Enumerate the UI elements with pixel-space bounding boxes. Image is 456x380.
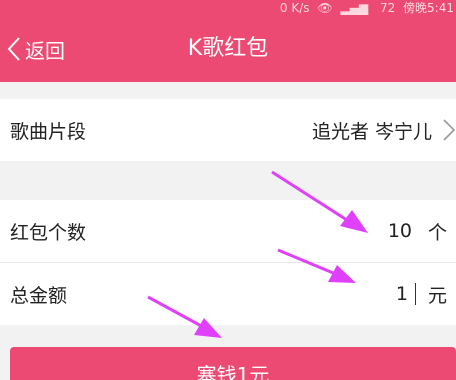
text-caret [415,283,416,305]
network-speed: 0 K/s [279,1,310,15]
nav-bar: 返回 K歌红包 [0,16,456,82]
battery-level: 72 [379,1,396,15]
signal-icon: ▂▄▆ [340,1,369,15]
back-button[interactable]: 返回 [6,16,65,82]
back-label: 返回 [25,38,65,63]
count-label: 红包个数 [10,221,87,244]
song-value: 追光者 岑宁儿 [311,120,432,143]
submit-button[interactable]: 塞钱1元 [10,347,456,380]
chevron-right-icon [443,119,456,141]
song-row[interactable]: 歌曲片段 追光者 岑宁儿 [0,99,456,161]
count-unit: 个 [428,221,448,244]
count-row: 红包个数 个 [0,200,456,262]
amount-row: 总金额 元 [0,263,456,325]
battery-icon: 72 [376,1,395,15]
page-title: K歌红包 [187,36,269,61]
count-input[interactable] [332,220,412,242]
amount-label: 总金额 [10,284,68,307]
amount-input[interactable] [328,283,408,305]
chevron-left-icon [7,37,20,61]
submit-label: 塞钱1元 [196,363,270,380]
status-time: 傍晚5:41 [403,1,454,15]
song-label: 歌曲片段 [10,120,87,143]
amount-unit: 元 [428,284,448,307]
status-bar: 0 K/s 👁 ▂▄▆ 72 傍晚5:41 [0,0,456,16]
eye-icon: 👁 [317,1,333,15]
